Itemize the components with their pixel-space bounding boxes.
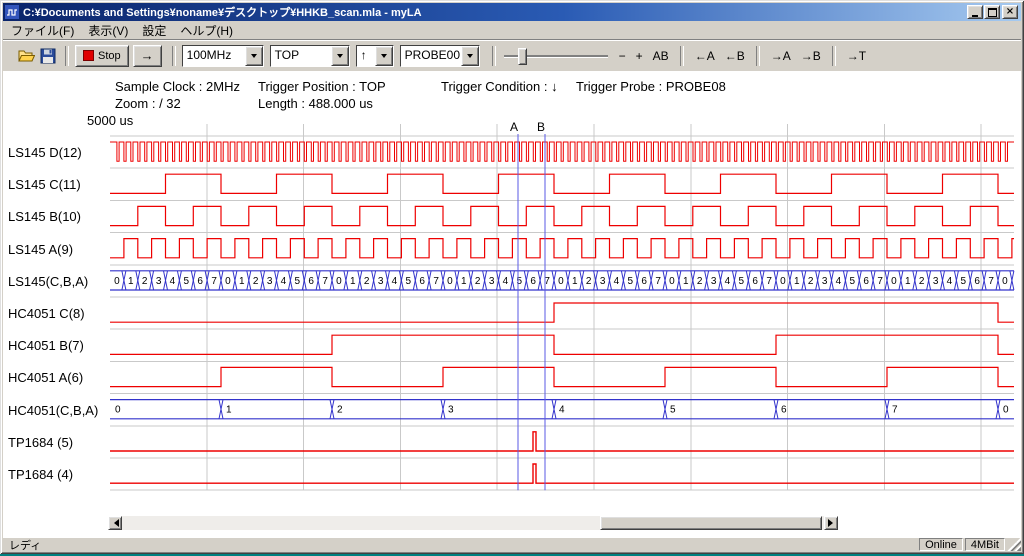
svg-text:3: 3 xyxy=(378,276,384,287)
svg-text:2: 2 xyxy=(586,276,592,287)
svg-text:7: 7 xyxy=(877,276,883,287)
svg-text:0: 0 xyxy=(669,276,675,287)
svg-text:4: 4 xyxy=(281,276,287,287)
svg-text:4: 4 xyxy=(170,276,176,287)
svg-text:2: 2 xyxy=(475,276,481,287)
app-window: C:¥Documents and Settings¥noname¥デスクトップ¥… xyxy=(0,0,1024,554)
svg-text:0: 0 xyxy=(1003,405,1009,416)
svg-text:0: 0 xyxy=(891,276,897,287)
svg-text:1: 1 xyxy=(905,276,911,287)
status-bar: レディ Online 4MBit xyxy=(3,537,1021,552)
scroll-left-icon xyxy=(110,519,119,527)
svg-text:6: 6 xyxy=(974,276,980,287)
svg-text:5: 5 xyxy=(295,276,301,287)
svg-text:B: B xyxy=(537,120,545,134)
svg-text:3: 3 xyxy=(489,276,495,287)
svg-text:7: 7 xyxy=(892,405,898,416)
svg-text:3: 3 xyxy=(711,276,717,287)
svg-text:0: 0 xyxy=(225,276,231,287)
svg-text:6: 6 xyxy=(752,276,758,287)
svg-text:7: 7 xyxy=(766,276,772,287)
svg-text:5: 5 xyxy=(517,276,523,287)
svg-text:0: 0 xyxy=(1002,276,1008,287)
svg-text:4: 4 xyxy=(836,276,842,287)
svg-text:7: 7 xyxy=(322,276,328,287)
svg-text:6: 6 xyxy=(641,276,647,287)
svg-text:3: 3 xyxy=(156,276,162,287)
svg-text:6: 6 xyxy=(530,276,536,287)
svg-text:6: 6 xyxy=(863,276,869,287)
svg-text:3: 3 xyxy=(267,276,273,287)
svg-text:0: 0 xyxy=(780,276,786,287)
svg-text:2: 2 xyxy=(142,276,148,287)
svg-text:0: 0 xyxy=(115,405,121,416)
svg-text:6: 6 xyxy=(781,405,787,416)
svg-text:2: 2 xyxy=(337,405,343,416)
svg-text:1: 1 xyxy=(683,276,689,287)
svg-text:1: 1 xyxy=(128,276,134,287)
svg-text:7: 7 xyxy=(988,276,994,287)
svg-text:2: 2 xyxy=(919,276,925,287)
svg-text:1: 1 xyxy=(350,276,356,287)
svg-text:5: 5 xyxy=(406,276,412,287)
status-memory: 4MBit xyxy=(965,538,1005,551)
svg-text:7: 7 xyxy=(211,276,217,287)
svg-text:A: A xyxy=(510,120,518,134)
svg-text:2: 2 xyxy=(364,276,370,287)
svg-text:2: 2 xyxy=(808,276,814,287)
horizontal-scrollbar[interactable] xyxy=(108,516,838,530)
svg-text:0: 0 xyxy=(336,276,342,287)
scrollbar-track[interactable] xyxy=(122,516,824,530)
svg-text:1: 1 xyxy=(226,405,232,416)
svg-text:4: 4 xyxy=(559,405,565,416)
scroll-right-icon xyxy=(828,519,837,527)
svg-text:2: 2 xyxy=(697,276,703,287)
scrollbar-thumb[interactable] xyxy=(600,516,822,530)
status-ready-text: レディ xyxy=(3,537,917,553)
svg-text:3: 3 xyxy=(822,276,828,287)
svg-text:1: 1 xyxy=(239,276,245,287)
svg-text:6: 6 xyxy=(419,276,425,287)
svg-text:1: 1 xyxy=(572,276,578,287)
svg-text:1: 1 xyxy=(461,276,467,287)
resize-grip[interactable] xyxy=(1007,538,1021,551)
svg-text:4: 4 xyxy=(947,276,953,287)
svg-text:5: 5 xyxy=(670,405,676,416)
svg-text:5: 5 xyxy=(961,276,967,287)
svg-text:4: 4 xyxy=(725,276,731,287)
svg-text:5: 5 xyxy=(628,276,634,287)
svg-text:5: 5 xyxy=(739,276,745,287)
scroll-left-button[interactable] xyxy=(108,516,122,530)
waveform-display[interactable]: 0123456701234567012345670123456701234567… xyxy=(0,0,1024,556)
svg-text:4: 4 xyxy=(392,276,398,287)
svg-text:4: 4 xyxy=(614,276,620,287)
svg-text:0: 0 xyxy=(114,276,120,287)
svg-text:7: 7 xyxy=(433,276,439,287)
svg-text:3: 3 xyxy=(933,276,939,287)
svg-text:5: 5 xyxy=(850,276,856,287)
svg-text:6: 6 xyxy=(197,276,203,287)
svg-text:2: 2 xyxy=(253,276,259,287)
svg-text:1: 1 xyxy=(794,276,800,287)
svg-text:0: 0 xyxy=(447,276,453,287)
svg-text:6: 6 xyxy=(308,276,314,287)
status-online: Online xyxy=(919,538,963,551)
svg-text:0: 0 xyxy=(558,276,564,287)
svg-text:3: 3 xyxy=(600,276,606,287)
svg-text:5: 5 xyxy=(184,276,190,287)
svg-text:7: 7 xyxy=(655,276,661,287)
svg-text:3: 3 xyxy=(448,405,454,416)
scroll-right-button[interactable] xyxy=(824,516,838,530)
svg-text:4: 4 xyxy=(503,276,509,287)
